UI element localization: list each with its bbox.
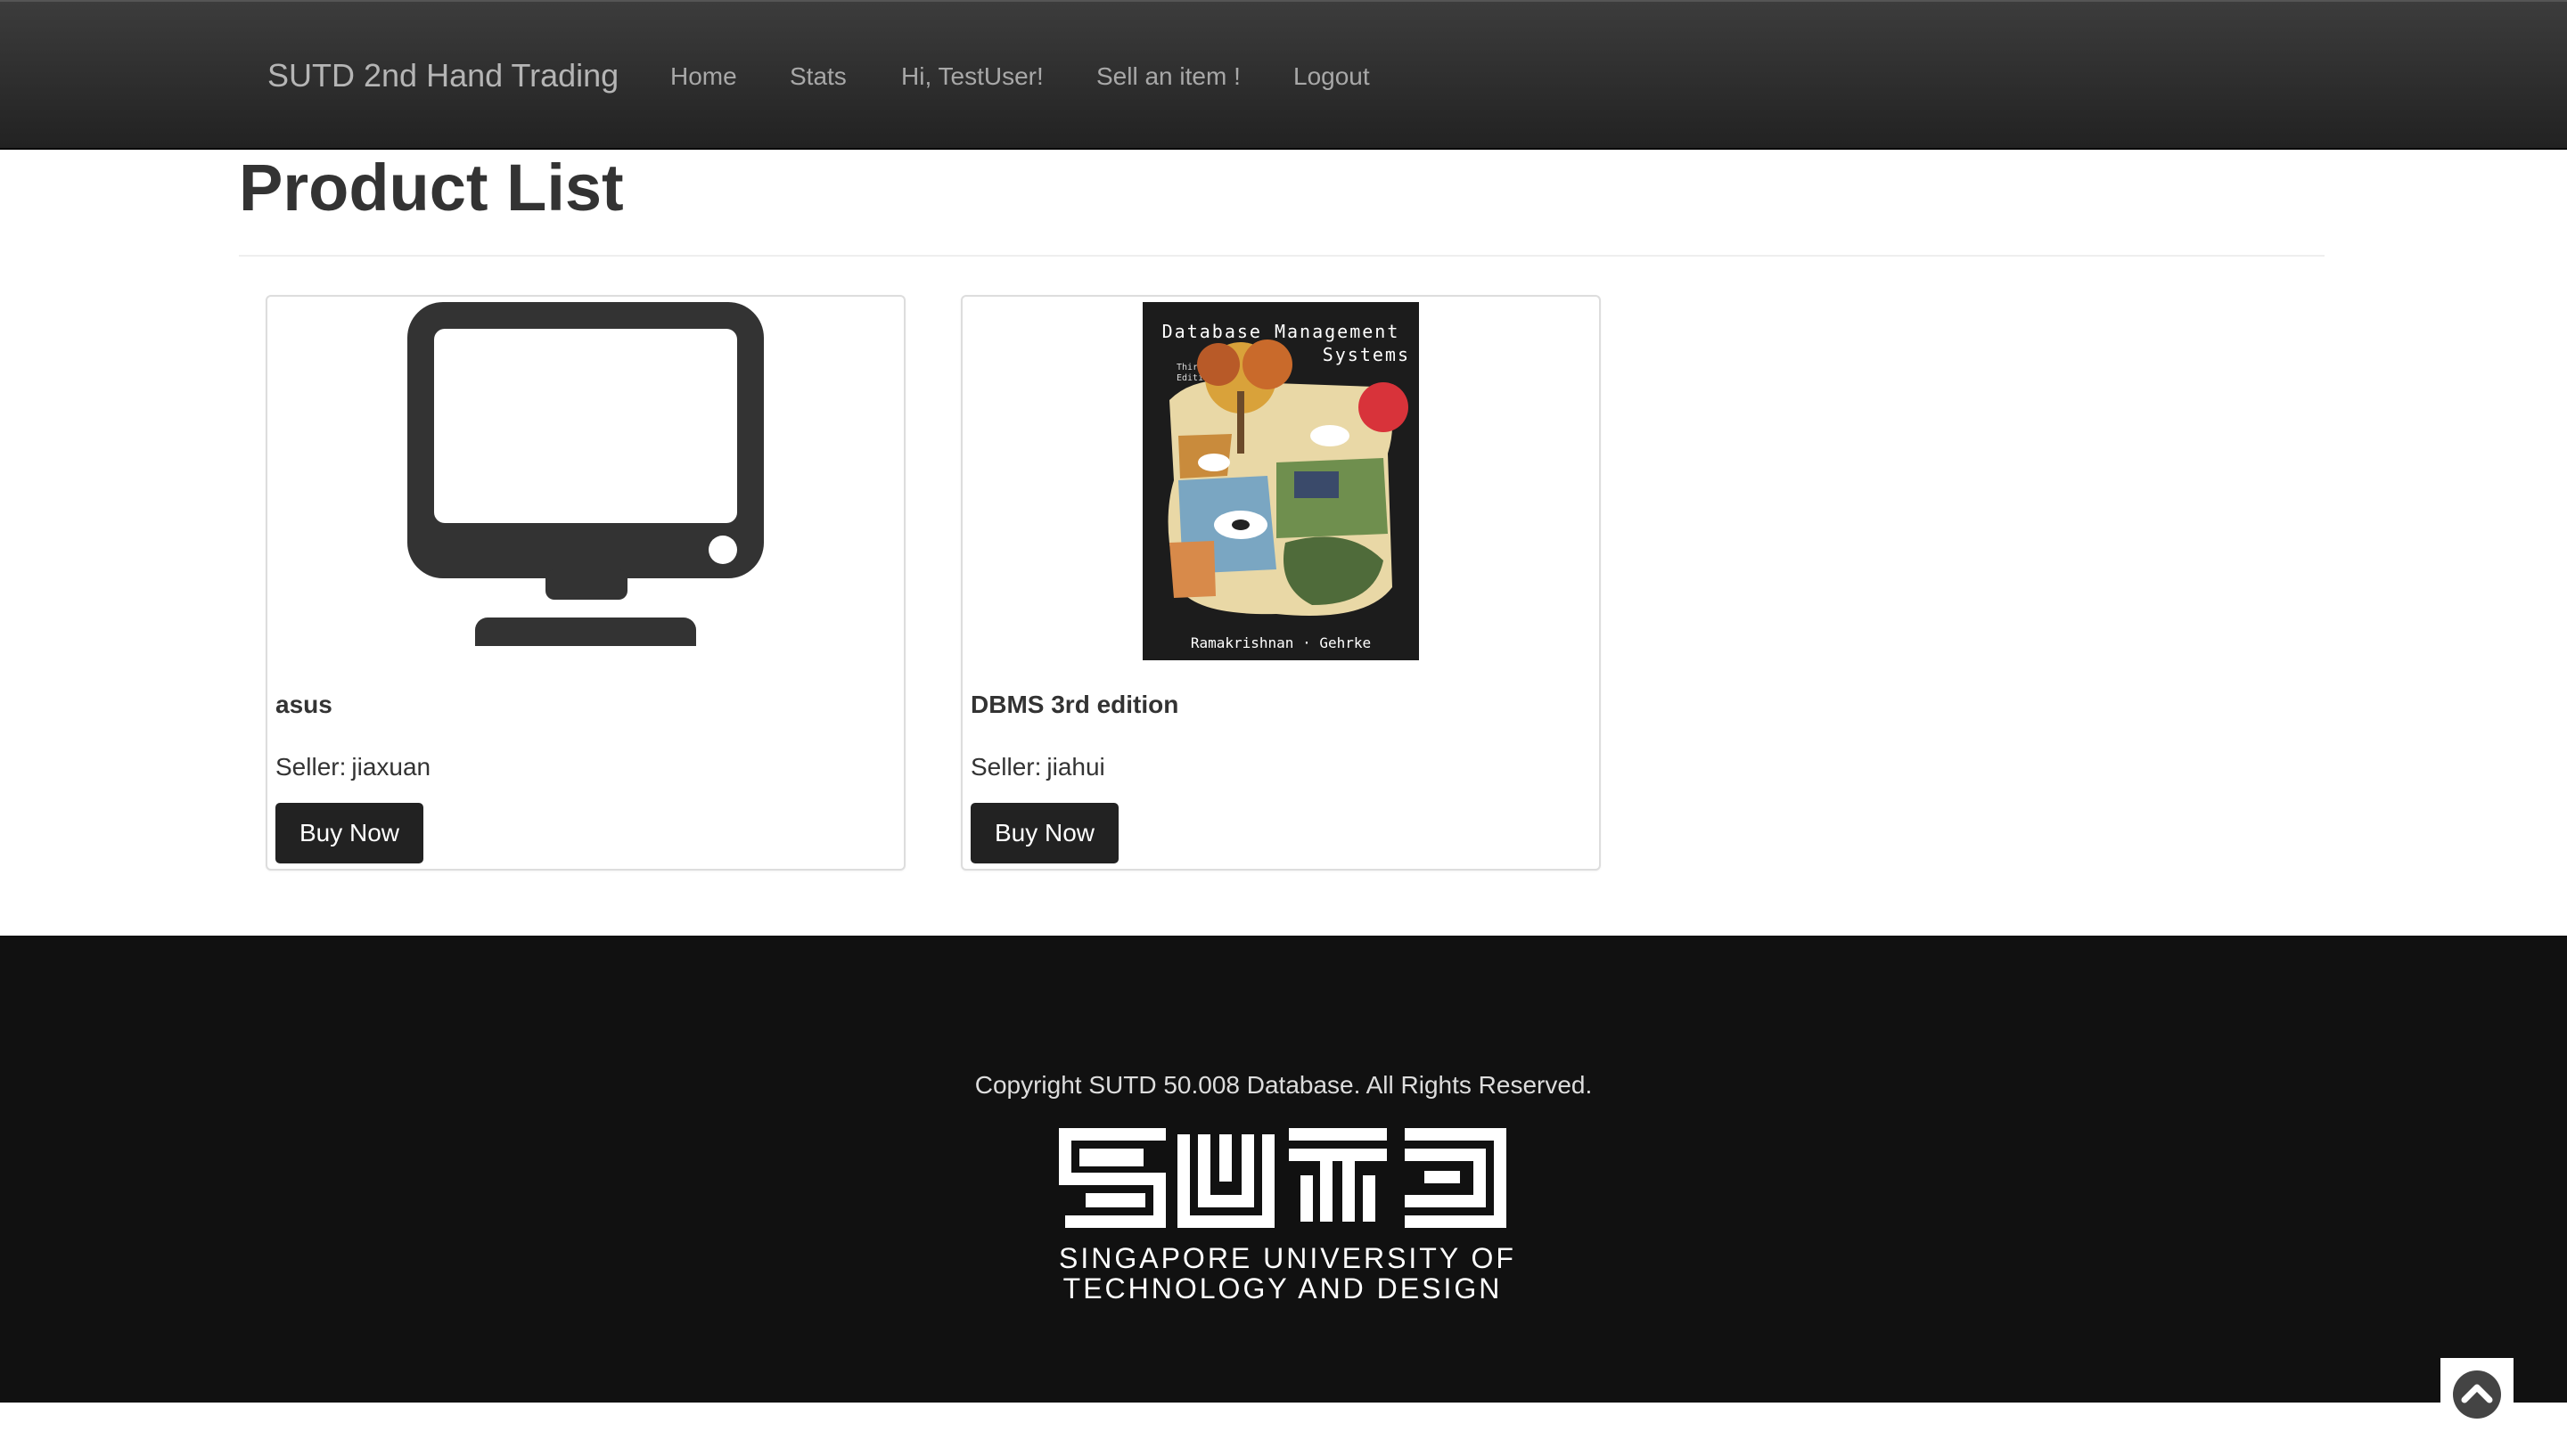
seller-label: Seller:: [971, 753, 1042, 781]
seller-name: jiaxuan: [351, 753, 431, 781]
product-name: asus: [275, 691, 332, 718]
chevron-up-circle-icon: [2453, 1370, 2501, 1419]
title-divider: [239, 255, 2325, 257]
nav-stats-link[interactable]: Stats: [790, 62, 847, 91]
logo-text-line2: TECHNOLOGY AND DESIGN: [1062, 1272, 1503, 1305]
buy-now-button[interactable]: Buy Now: [275, 803, 423, 863]
cover-title-line2: Systems: [1323, 344, 1410, 365]
product-seller: Seller: jiahui: [971, 753, 1105, 781]
cover-authors: Ramakrishnan · Gehrke: [1191, 634, 1371, 651]
book-cover-image: Database Management Systems Third Editio…: [1143, 302, 1419, 660]
product-image: [267, 302, 904, 655]
buy-now-button[interactable]: Buy Now: [971, 803, 1119, 863]
product-card: Database Management Systems Third Editio…: [961, 295, 1601, 871]
nav-sell-item-link[interactable]: Sell an item !: [1096, 62, 1241, 91]
seller-name: jiahui: [1046, 753, 1105, 781]
product-image: Database Management Systems Third Editio…: [963, 302, 1599, 660]
logo-text-line1: SINGAPORE UNIVERSITY OF: [1059, 1242, 1516, 1274]
cover-title-line1: Database Management: [1162, 321, 1400, 342]
seller-label: Seller:: [275, 753, 347, 781]
product-name: DBMS 3rd edition: [971, 691, 1179, 718]
monitor-icon: [407, 302, 764, 646]
brand-link[interactable]: SUTD 2nd Hand Trading: [267, 57, 619, 94]
footer-copyright: Copyright SUTD 50.008 Database. All Righ…: [974, 1071, 1593, 1099]
product-card: asus Seller: jiaxuan Buy Now: [266, 295, 906, 871]
page-title: Product List: [239, 151, 624, 225]
footer: Copyright SUTD 50.008 Database. All Righ…: [0, 936, 2567, 1403]
scroll-to-top-button[interactable]: [2440, 1358, 2514, 1431]
product-seller: Seller: jiaxuan: [275, 753, 431, 781]
top-navbar: SUTD 2nd Hand Trading Home Stats Hi, Tes…: [0, 0, 2567, 150]
nav-home-link[interactable]: Home: [670, 62, 737, 91]
nav-logout-link[interactable]: Logout: [1293, 62, 1370, 91]
nav-user-greeting-link[interactable]: Hi, TestUser!: [901, 62, 1044, 91]
